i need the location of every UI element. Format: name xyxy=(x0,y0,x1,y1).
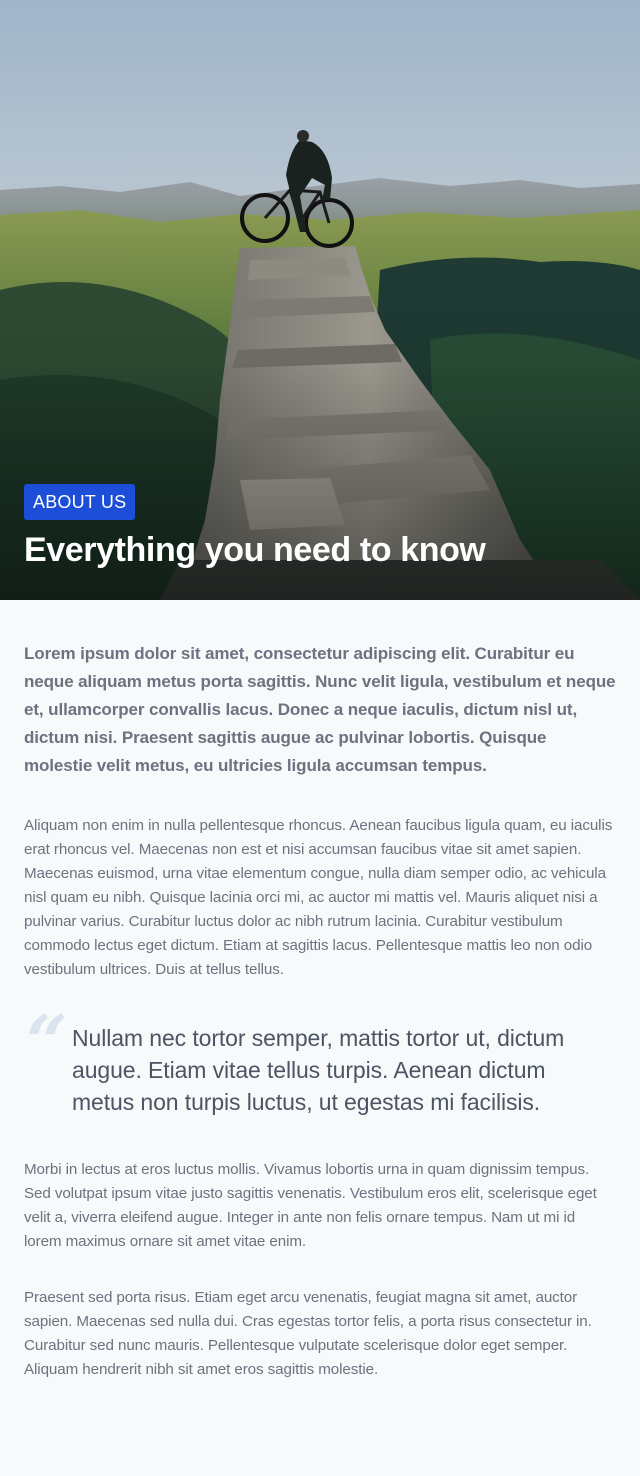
quote-text: Nullam nec tortor semper, mattis tortor … xyxy=(72,1025,565,1115)
quote-icon: “ xyxy=(26,999,68,1084)
article-body: Lorem ipsum dolor sit amet, consectetur … xyxy=(0,600,640,1382)
body-paragraph-1: Aliquam non enim in nulla pellentesque r… xyxy=(24,817,613,978)
lead-paragraph: Lorem ipsum dolor sit amet, consectetur … xyxy=(24,644,616,775)
hero-content: ABOUT US Everything you need to know xyxy=(24,484,616,572)
body-paragraph-3: Praesent sed porta risus. Etiam eget arc… xyxy=(24,1289,592,1378)
about-us-badge: ABOUT US xyxy=(24,484,136,520)
hero-banner: ABOUT US Everything you need to know xyxy=(0,0,640,600)
pull-quote: “ Nullam nec tortor semper, mattis torto… xyxy=(24,1006,616,1118)
body-paragraph-2: Morbi in lectus at eros luctus mollis. V… xyxy=(24,1161,597,1250)
page-title: Everything you need to know xyxy=(24,531,486,569)
